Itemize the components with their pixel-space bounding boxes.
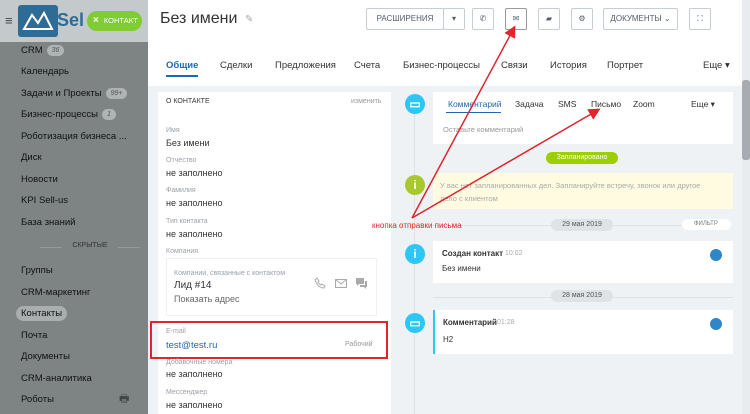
annotation-arrows: [411, 25, 601, 219]
